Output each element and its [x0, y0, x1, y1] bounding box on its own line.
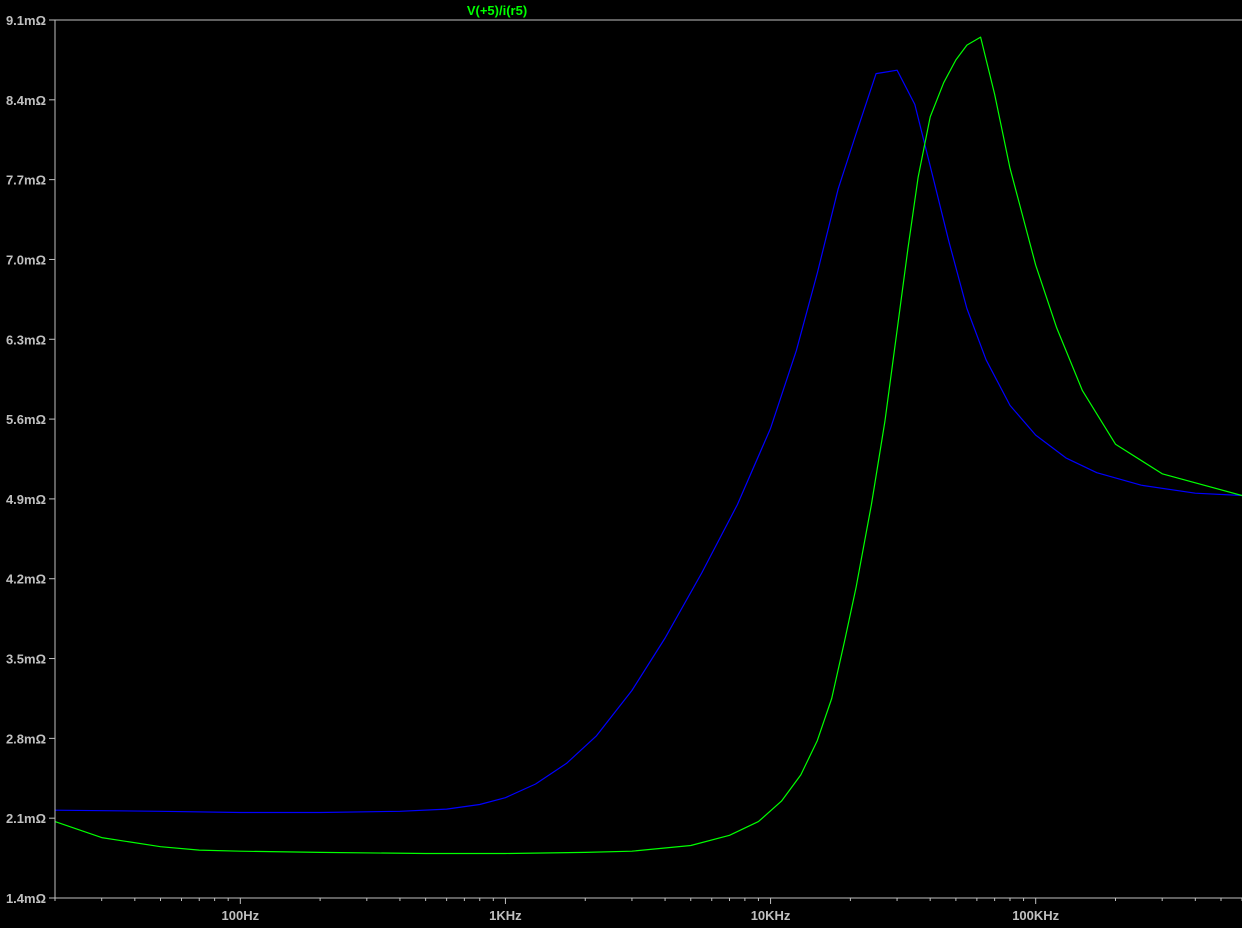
y-tick-label: 7.7mΩ	[6, 173, 46, 188]
trace-title[interactable]: V(+5)/i(r5)	[467, 3, 527, 18]
plot-area[interactable]	[55, 20, 1242, 898]
x-tick-label: 100KHz	[1012, 908, 1059, 923]
y-tick-label: 4.9mΩ	[6, 492, 46, 507]
y-tick-label: 1.4mΩ	[6, 891, 46, 906]
y-tick-label: 2.8mΩ	[6, 731, 46, 746]
y-tick-label: 7.0mΩ	[6, 252, 46, 267]
y-tick-label: 9.1mΩ	[6, 13, 46, 28]
x-tick-label: 100Hz	[222, 908, 260, 923]
y-tick-label: 5.6mΩ	[6, 412, 46, 427]
y-tick-label: 4.2mΩ	[6, 572, 46, 587]
y-tick-label: 8.4mΩ	[6, 93, 46, 108]
impedance-plot[interactable]: 9.1mΩ 8.4mΩ 7.7mΩ 7.0mΩ 6.3mΩ 5.6mΩ 4.9mΩ 4.2mΩ…	[0, 0, 1242, 928]
x-tick-label: 1KHz	[489, 908, 522, 923]
x-tick-label: 10KHz	[751, 908, 791, 923]
y-tick-label: 3.5mΩ	[6, 652, 46, 667]
y-tick-label: 6.3mΩ	[6, 332, 46, 347]
y-tick-label: 2.1mΩ	[6, 811, 46, 826]
